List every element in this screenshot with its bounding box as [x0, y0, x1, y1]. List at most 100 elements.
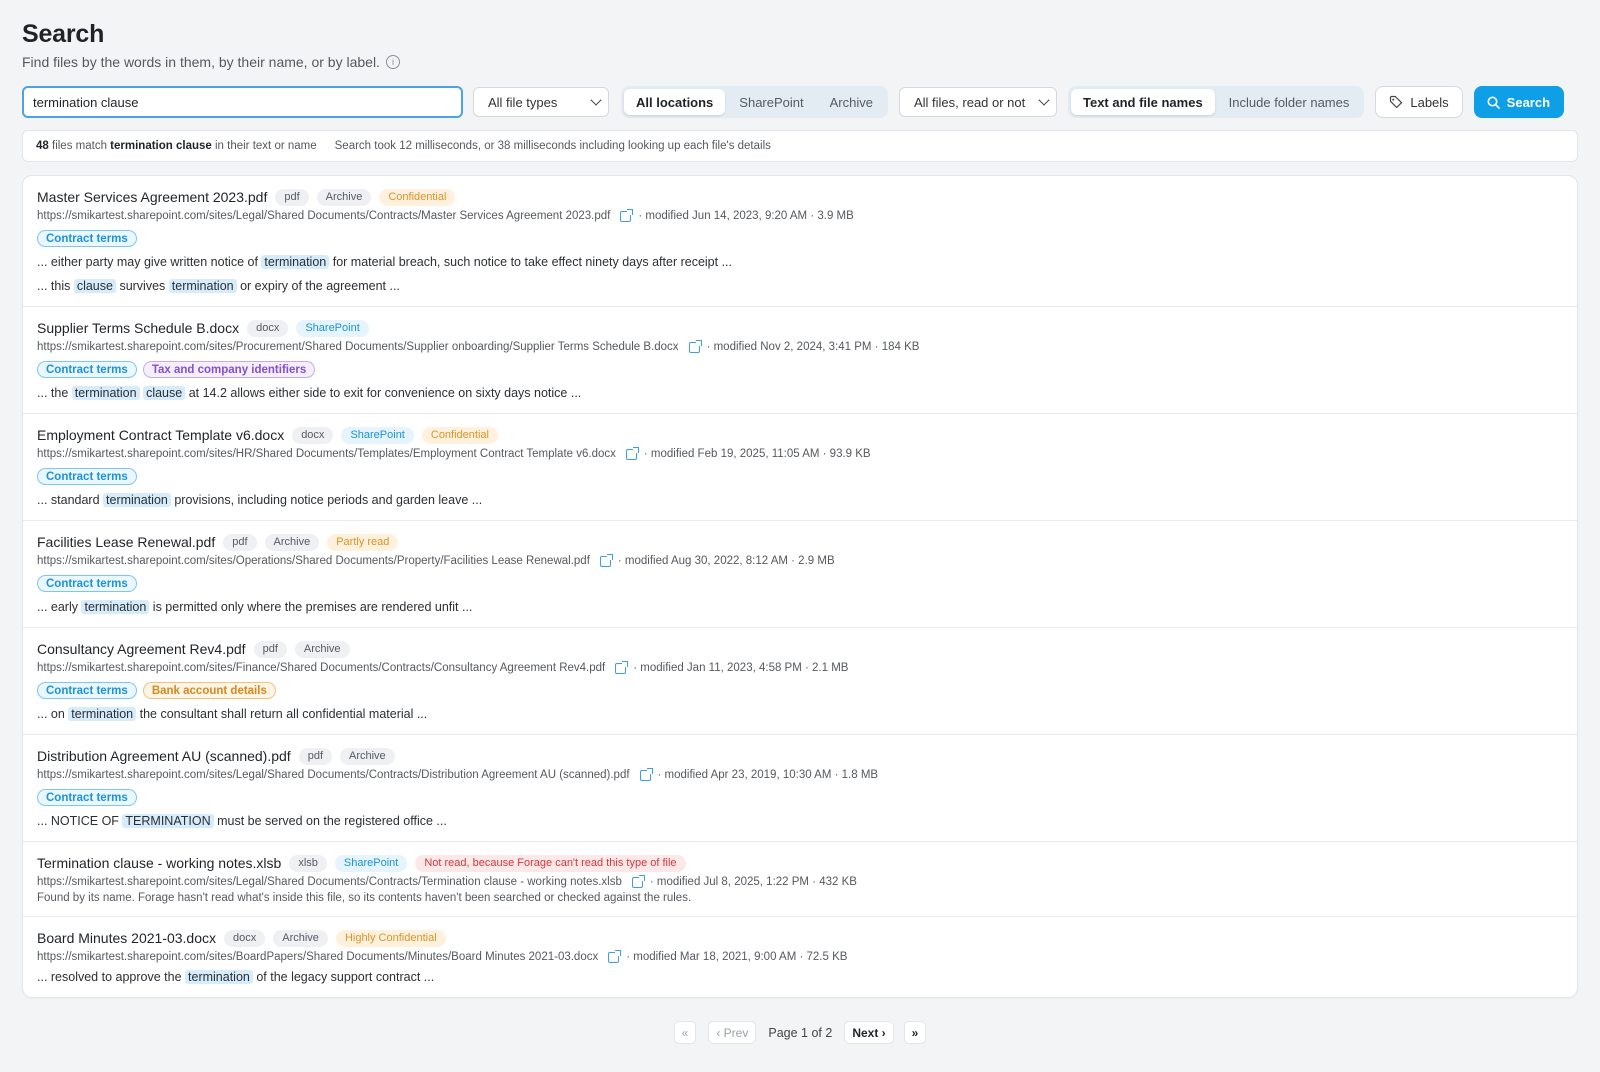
- match-snippet: ... the termination clause at 14.2 allow…: [37, 385, 1563, 402]
- file-name[interactable]: Master Services Agreement 2023.pdf: [37, 189, 267, 205]
- file-name[interactable]: Termination clause - working notes.xlsb: [37, 855, 281, 871]
- file-url: https://smikartest.sharepoint.com/sites/…: [37, 662, 606, 674]
- result-row[interactable]: Employment Contract Template v6.docx docx…: [23, 414, 1577, 521]
- search-button-label: Search: [1506, 94, 1551, 110]
- file-chip: docx: [224, 929, 266, 947]
- file-meta: · modified Aug 30, 2022, 8:12 AM · 2.9 M…: [617, 555, 835, 567]
- match-highlight: termination: [71, 386, 140, 400]
- label-tags: Contract terms: [37, 230, 1563, 247]
- snippet-text: ... NOTICE OF: [37, 814, 123, 828]
- external-link-icon[interactable]: [620, 208, 634, 222]
- file-name[interactable]: Board Minutes 2021-03.docx: [37, 930, 216, 946]
- match-highlight: termination: [261, 255, 330, 269]
- label-tag[interactable]: Contract terms: [37, 575, 137, 592]
- snippet-text: at 14.2 allows either side to exit for c…: [185, 386, 582, 400]
- match-snippet: ... early termination is permitted only …: [37, 599, 1563, 616]
- snippet-text: must be served on the registered office …: [213, 814, 447, 828]
- file-chip: pdf: [298, 747, 332, 765]
- external-link-icon[interactable]: [608, 949, 622, 963]
- read-state-select[interactable]: All files, read or not: [898, 87, 1057, 117]
- labels-button[interactable]: Labels: [1375, 86, 1463, 118]
- file-location: https://smikartest.sharepoint.com/sites/…: [37, 208, 1563, 224]
- last-page-button[interactable]: »: [903, 1021, 927, 1044]
- result-row[interactable]: Termination clause - working notes.xlsb x…: [23, 842, 1577, 917]
- snippet-text: ... the: [37, 386, 72, 400]
- external-link-icon[interactable]: [688, 339, 702, 353]
- file-chip: Confidential: [421, 426, 498, 444]
- file-chip: SharePoint: [341, 426, 414, 444]
- file-chip: docx: [292, 426, 334, 444]
- external-link-icon[interactable]: [631, 874, 645, 888]
- label-tag[interactable]: Contract terms: [37, 468, 137, 485]
- scope-toggle: Text and file names Include folder names: [1067, 86, 1365, 118]
- file-chip: pdf: [253, 640, 287, 658]
- result-title-line: Distribution Agreement AU (scanned).pdf p…: [37, 746, 1563, 766]
- label-tag[interactable]: Contract terms: [37, 789, 137, 806]
- search-button[interactable]: Search: [1473, 86, 1565, 118]
- snippet-text: ... resolved to approve the: [37, 970, 186, 984]
- file-url: https://smikartest.sharepoint.com/sites/…: [37, 210, 611, 222]
- file-name[interactable]: Supplier Terms Schedule B.docx: [37, 320, 239, 336]
- file-meta: · modified Mar 18, 2021, 9:00 AM · 72.5 …: [626, 951, 848, 963]
- external-link-icon[interactable]: [599, 553, 613, 567]
- result-row[interactable]: Consultancy Agreement Rev4.pdf pdf Archive…: [23, 628, 1577, 735]
- file-meta: · modified Jul 8, 2025, 1:22 PM · 432 KB: [649, 876, 857, 888]
- search-timing-text: Search took 12 milliseconds, or 38 milli…: [334, 140, 771, 152]
- label-tags: Contract terms Tax and company identifier…: [37, 361, 1563, 378]
- file-chip: Not read, because Forage can't read this…: [415, 854, 686, 872]
- label-tag[interactable]: Contract terms: [37, 361, 137, 378]
- external-link-icon[interactable]: [615, 660, 629, 674]
- next-page-button[interactable]: Next ›: [844, 1021, 894, 1044]
- label-tag[interactable]: Contract terms: [37, 230, 137, 247]
- external-link-icon[interactable]: [639, 767, 653, 781]
- result-row[interactable]: Board Minutes 2021-03.docx docx Archive Hig…: [23, 917, 1577, 997]
- file-chip: Archive: [316, 188, 372, 206]
- file-meta: · modified Apr 23, 2019, 10:30 AM · 1.8 …: [657, 769, 879, 781]
- file-type-select[interactable]: All file types: [473, 87, 609, 117]
- label-tags: Contract terms: [37, 789, 1563, 806]
- match-snippet: ... standard termination provisions, inc…: [37, 492, 1563, 509]
- label-tag[interactable]: Bank account details: [142, 682, 276, 699]
- result-title-line: Facilities Lease Renewal.pdf pdf Archive Pa…: [37, 532, 1563, 552]
- labels-button-label: Labels: [1410, 94, 1449, 110]
- info-icon[interactable]: i: [385, 55, 400, 69]
- search-toolbar: All file types All locations SharePoint …: [22, 86, 1578, 118]
- location-archive-button[interactable]: Archive: [818, 89, 885, 115]
- file-chip: docx: [247, 319, 289, 337]
- file-url: https://smikartest.sharepoint.com/sites/…: [37, 341, 679, 353]
- prev-page-button[interactable]: ‹ Prev: [708, 1021, 757, 1044]
- location-all-button[interactable]: All locations: [624, 89, 726, 115]
- location-sharepoint-button[interactable]: SharePoint: [727, 89, 815, 115]
- search-input[interactable]: [22, 86, 463, 118]
- file-name[interactable]: Distribution Agreement AU (scanned).pdf: [37, 748, 291, 764]
- snippet-text: for material breach, such notice to take…: [329, 255, 733, 269]
- file-name[interactable]: Facilities Lease Renewal.pdf: [37, 534, 215, 550]
- label-tag[interactable]: Tax and company identifiers: [142, 361, 316, 378]
- file-name[interactable]: Employment Contract Template v6.docx: [37, 427, 284, 443]
- scope-text-names-button[interactable]: Text and file names: [1070, 89, 1215, 115]
- file-chip: SharePoint: [334, 854, 408, 872]
- chevron-down-icon: [1038, 94, 1050, 106]
- result-row[interactable]: Distribution Agreement AU (scanned).pdf p…: [23, 735, 1577, 842]
- result-row[interactable]: Supplier Terms Schedule B.docx docx ShareP…: [23, 307, 1577, 414]
- result-row[interactable]: Master Services Agreement 2023.pdf pdf Arc…: [23, 176, 1577, 307]
- file-chip: Partly read: [327, 533, 399, 551]
- file-type-value: All file types: [488, 94, 558, 110]
- file-meta: · modified Feb 19, 2025, 11:05 AM · 93.9…: [643, 448, 871, 460]
- match-highlight: termination: [103, 493, 171, 507]
- label-tags: Contract terms: [37, 575, 1563, 592]
- label-tag[interactable]: Contract terms: [37, 682, 137, 699]
- result-row[interactable]: Facilities Lease Renewal.pdf pdf Archive Pa…: [23, 521, 1577, 628]
- snippet-text: provisions, including notice periods and…: [170, 493, 483, 507]
- first-page-button[interactable]: «: [673, 1021, 697, 1044]
- file-chip: SharePoint: [296, 319, 369, 337]
- file-name[interactable]: Consultancy Agreement Rev4.pdf: [37, 641, 246, 657]
- file-location: https://smikartest.sharepoint.com/sites/…: [37, 553, 1563, 569]
- snippet-text: ... early: [37, 600, 82, 614]
- scope-folder-names-button[interactable]: Include folder names: [1217, 89, 1362, 115]
- external-link-icon[interactable]: [625, 446, 639, 460]
- match-snippet: ... resolved to approve the termination …: [37, 969, 1563, 986]
- file-chip: Archive: [340, 747, 395, 765]
- result-title-line: Employment Contract Template v6.docx docx…: [37, 425, 1563, 445]
- match-snippet: ... this clause survives termination or …: [37, 278, 1563, 295]
